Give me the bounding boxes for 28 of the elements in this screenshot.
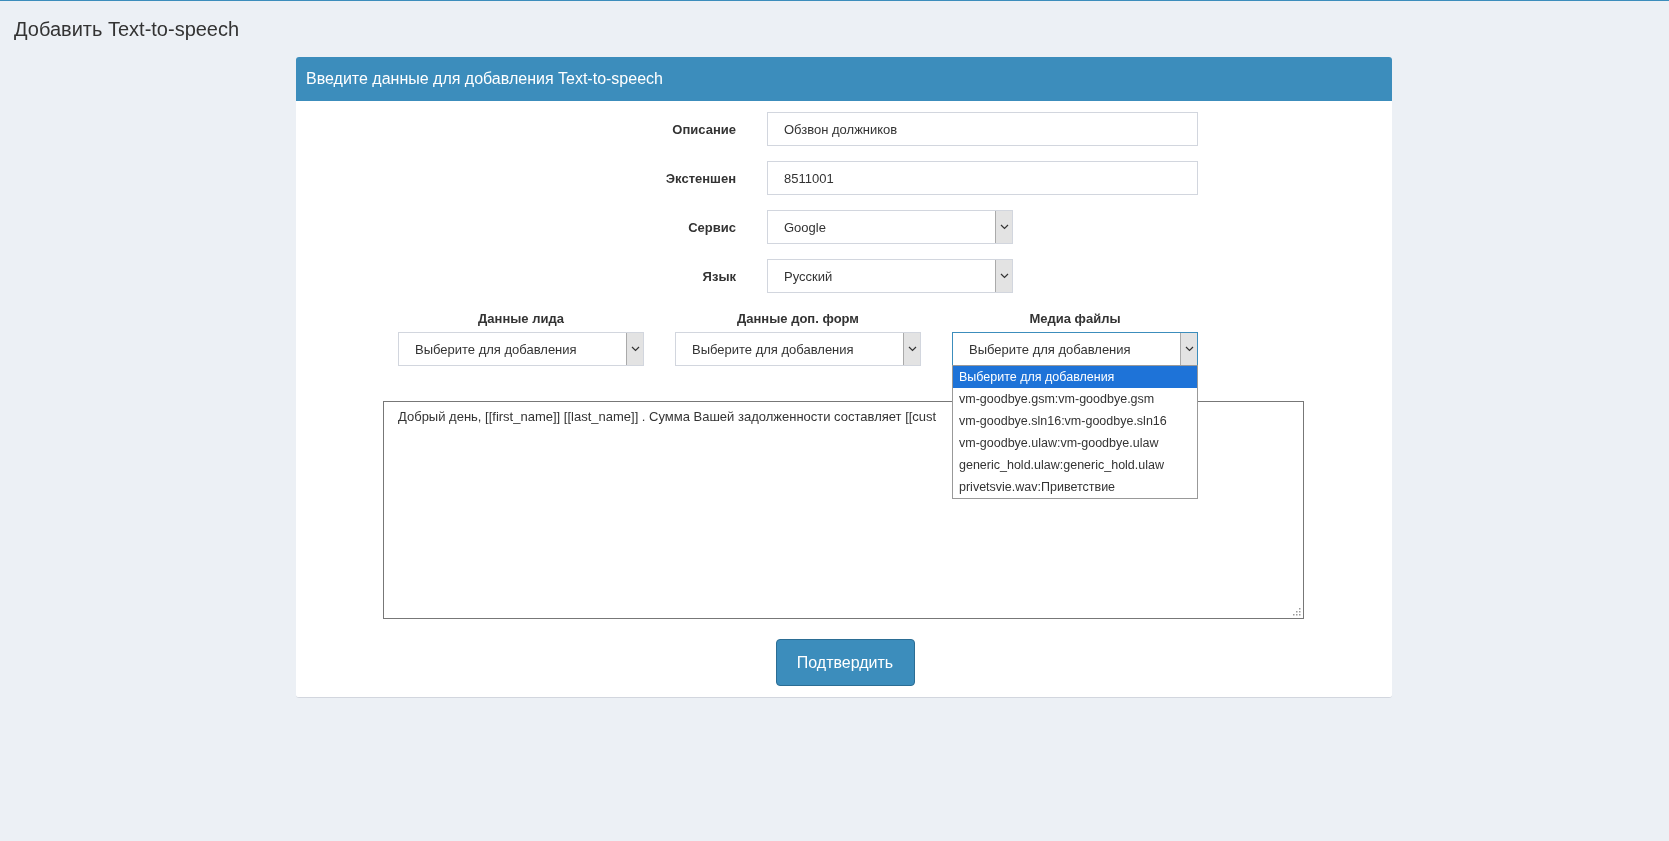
caret-icon bbox=[626, 333, 643, 365]
caret-icon bbox=[1180, 333, 1197, 365]
dropdown-label: Данные доп. форм bbox=[737, 311, 859, 326]
resize-grip-icon bbox=[1293, 608, 1301, 616]
message-text: Добрый день, [[first_name]] [[last_name]] . Сумма Вашей задолженности составляет [[cust bbox=[398, 409, 937, 424]
text-field[interactable]: Обзвон должников bbox=[767, 112, 1198, 146]
caret-icon bbox=[995, 211, 1012, 243]
select-field[interactable]: Выберите для добавления bbox=[398, 332, 644, 366]
field-label: Язык bbox=[701, 268, 737, 284]
field-label: Сервис bbox=[687, 219, 737, 235]
text-field[interactable]: 8511001 bbox=[767, 161, 1198, 195]
dropdown-label: Медиа файлы bbox=[1029, 311, 1121, 326]
dropdown-option[interactable]: Выберите для добавления bbox=[953, 366, 1197, 388]
select-field[interactable]: Выберите для добавления bbox=[675, 332, 921, 366]
dropdown-option[interactable]: generic_hold.ulaw:generic_hold.ulaw bbox=[953, 454, 1197, 476]
dropdown-option[interactable]: privetsvie.wav:Приветствие bbox=[953, 476, 1197, 498]
panel-title: Введите данные для добавления Text-to-speech bbox=[306, 70, 663, 88]
dropdown-option[interactable]: vm-goodbye.sln16:vm-goodbye.sln16 bbox=[953, 410, 1197, 432]
field-label: Описание bbox=[671, 121, 737, 137]
page-title: Добавить Text-to-speech bbox=[13, 17, 241, 40]
caret-icon bbox=[903, 333, 920, 365]
dropdown-option[interactable]: vm-goodbye.ulaw:vm-goodbye.ulaw bbox=[953, 432, 1197, 454]
submit-button[interactable]: Подтвердить bbox=[775, 639, 915, 686]
dropdown-label: Данные лида bbox=[478, 311, 564, 326]
select-field[interactable]: Русский bbox=[767, 259, 1013, 293]
caret-icon bbox=[995, 260, 1012, 292]
field-label: Экстеншен bbox=[664, 170, 737, 186]
select-field[interactable]: Google bbox=[767, 210, 1013, 244]
